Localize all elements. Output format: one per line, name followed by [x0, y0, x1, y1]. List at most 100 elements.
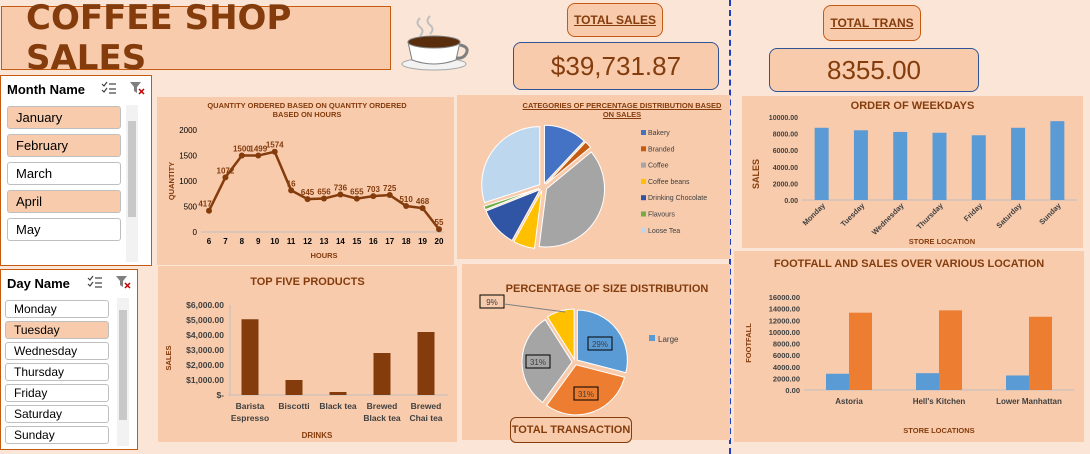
legend-swatch [641, 211, 646, 217]
x-tick-label: 8 [240, 237, 245, 246]
slicer-item-saturday[interactable]: Saturday [5, 405, 109, 423]
legend-swatch [641, 178, 646, 184]
clear-filter-icon[interactable] [129, 81, 145, 100]
legend-swatch [641, 195, 646, 201]
top-products-bar-chart[interactable]: TOP FIVE PRODUCTS $- $1,000.00 $2,000.00 $3… [158, 266, 457, 442]
slicer-item-may[interactable]: May [7, 218, 121, 241]
y-tick-label: 0 [193, 228, 198, 237]
dashboard-title: COFFEE SHOP SALES [1, 0, 391, 78]
x-tick-label: 17 [385, 237, 394, 246]
slicer-item-march[interactable]: March [7, 162, 121, 185]
x-tick-label: 7 [223, 237, 228, 246]
multi-select-icon[interactable] [87, 275, 103, 294]
slicer-item-sunday[interactable]: Sunday [5, 426, 109, 444]
total-sales-label: TOTAL SALES [567, 3, 663, 37]
y-tick-label: $5,000.00 [186, 315, 224, 325]
bar [417, 332, 435, 395]
x-axis-title: HOURS [310, 251, 337, 260]
legend-label: Branded [648, 146, 675, 153]
x-tick-label: 18 [402, 237, 411, 246]
x-tick-label: Monday [801, 200, 828, 227]
clear-filter-icon[interactable] [115, 275, 131, 294]
bar [329, 392, 347, 395]
x-tick-label: Brewed [411, 401, 442, 411]
bar [853, 130, 868, 200]
x-tick-label: Chai tea [409, 413, 442, 423]
y-tick-label: $1,000.00 [186, 375, 224, 385]
x-tick-label: Brewed [367, 401, 398, 411]
x-tick-label: 10 [270, 237, 279, 246]
month-slicer[interactable]: Month Name January February March April May [0, 75, 152, 266]
slicer-item-april[interactable]: April [7, 190, 121, 213]
y-tick-label: 4000.00 [773, 363, 800, 372]
slicer-item-thursday[interactable]: Thursday [5, 363, 109, 381]
x-tick-label: Barista [236, 401, 265, 411]
y-tick-label: 1000 [179, 177, 197, 186]
total-transaction-label: TOTAL TRANSACTION [510, 417, 632, 443]
x-tick-label: 11 [287, 237, 296, 246]
y-tick-label: 8000.00 [773, 340, 800, 349]
bar [932, 132, 947, 200]
data-label: 725 [383, 184, 397, 193]
multi-select-icon[interactable] [101, 81, 117, 100]
categories-pie-chart[interactable]: CATEGORIES OF PERCENTAGE DISTRIBUTION BA… [457, 95, 730, 259]
legend-label: Drinking Chocolate [648, 195, 707, 202]
x-tick-label: Astoria [835, 397, 863, 406]
quantity-by-hour-chart[interactable]: QUANTITY ORDERED BASED ON QUANTITY ORDER… [157, 97, 454, 265]
day-slicer[interactable]: Day Name Monday Tuesday Wednesday Thursday F… [0, 269, 138, 450]
x-tick-label: 6 [207, 237, 212, 246]
data-label: 31% [530, 358, 546, 367]
legend-label: Coffee [648, 163, 669, 170]
size-distribution-pie-chart[interactable]: PERCENTAGE OF SIZE DISTRIBUTION 29% 31% 31… [462, 264, 730, 440]
data-label: 1072 [217, 166, 235, 175]
weekdays-bar-chart[interactable]: ORDER OF WEEKDAYS 0.00 2000.00 4000.00 6000… [742, 96, 1083, 248]
bar [285, 380, 303, 395]
bar [241, 319, 259, 395]
bar [893, 131, 908, 200]
slicer-item-february[interactable]: February [7, 134, 121, 157]
y-tick-label: 2000.00 [773, 181, 798, 188]
total-sales-value: $39,731.87 [513, 42, 719, 90]
month-slicer-scrollbar[interactable] [126, 105, 138, 262]
coffee-cup-icon [401, 15, 469, 71]
slicer-item-friday[interactable]: Friday [5, 384, 109, 402]
data-label: 1574 [266, 141, 284, 150]
slicer-item-monday[interactable]: Monday [5, 300, 109, 318]
y-tick-label: 16000.00 [769, 293, 800, 302]
slicer-item-january[interactable]: January [7, 106, 121, 129]
y-axis-title: FOOTFALL [744, 323, 753, 363]
data-label: 703 [367, 185, 381, 194]
y-tick-label: 6000.00 [773, 148, 798, 155]
x-axis-title: STORE LOCATION [909, 237, 975, 246]
legend-label: Bakery [648, 130, 670, 137]
legend-swatch [641, 130, 646, 135]
x-tick-label: Espresso [231, 413, 269, 423]
x-tick-label: 12 [303, 237, 312, 246]
x-tick-label: Sunday [1037, 200, 1063, 226]
x-tick-label: Biscotti [278, 401, 309, 411]
slicer-item-wednesday[interactable]: Wednesday [5, 342, 109, 360]
y-tick-label: 8000.00 [773, 132, 798, 139]
bar [814, 127, 829, 200]
x-axis-title: DRINKS [302, 431, 333, 440]
footfall-bar-chart[interactable]: FOOTFALL AND SALES OVER VARIOUS LOCATION… [734, 251, 1084, 442]
legend-label: Large [658, 335, 679, 344]
data-label: 645 [301, 188, 315, 197]
x-tick-label: Saturday [994, 200, 1024, 230]
y-tick-label: 10000.00 [769, 115, 798, 122]
month-scroll-thumb[interactable] [128, 121, 136, 217]
day-scroll-thumb[interactable] [119, 310, 127, 420]
legend-swatch [649, 335, 655, 341]
x-tick-label: 16 [369, 237, 378, 246]
bar [1011, 127, 1026, 200]
slicer-item-tuesday[interactable]: Tuesday [5, 321, 109, 339]
y-tick-label: 10000.00 [769, 328, 800, 337]
y-tick-label: $2,000.00 [186, 360, 224, 370]
x-tick-label: Wednesday [870, 200, 906, 236]
x-tick-label: 13 [320, 237, 329, 246]
day-slicer-scrollbar[interactable] [117, 298, 129, 446]
x-tick-label: Thursday [915, 200, 946, 231]
y-tick-label: 2000 [179, 126, 197, 135]
bar [849, 312, 872, 390]
y-tick-label: 12000.00 [769, 316, 800, 325]
